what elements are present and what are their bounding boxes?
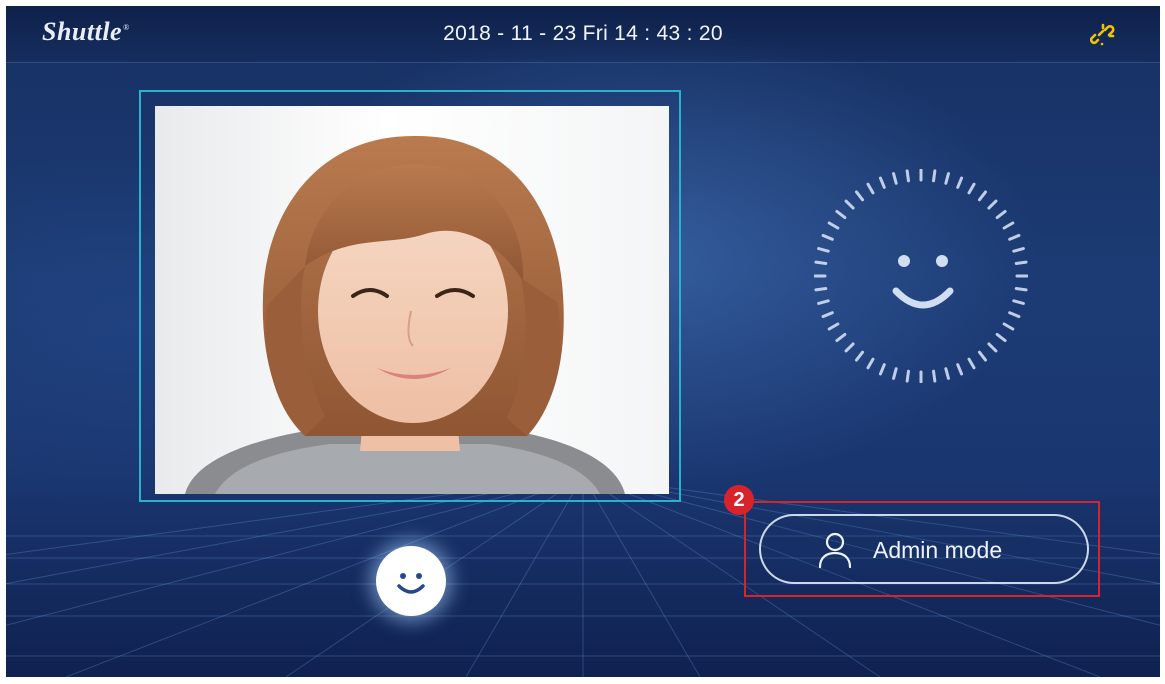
ring-tick — [977, 190, 988, 202]
ring-tick — [814, 287, 828, 292]
ring-tick — [1008, 311, 1021, 319]
face-capture-button[interactable] — [376, 546, 446, 616]
ring-tick — [878, 176, 886, 189]
ring-tick — [1002, 221, 1015, 230]
ring-tick — [835, 209, 847, 220]
ring-tick — [932, 169, 937, 183]
ring-tick — [854, 190, 865, 202]
ring-tick — [892, 367, 898, 380]
ring-tick — [905, 369, 910, 383]
ring-tick — [967, 182, 976, 195]
ring-tick — [1014, 287, 1028, 292]
ring-tick — [977, 350, 988, 362]
ring-tick — [821, 311, 834, 319]
ring-tick — [1012, 247, 1025, 253]
top-bar: Shuttle® 2018 - 11 - 23 Fri 14 : 43 : 20 — [6, 6, 1160, 63]
kiosk-screen: Shuttle® 2018 - 11 - 23 Fri 14 : 43 : 20 — [6, 6, 1160, 677]
ring-tick — [1002, 322, 1015, 331]
ring-tick — [817, 299, 830, 305]
callout-number-badge: 2 — [724, 485, 754, 515]
ring-tick — [866, 357, 875, 370]
ring-tick — [827, 221, 840, 230]
ring-tick — [956, 176, 964, 189]
date-time-display: 2018 - 11 - 23 Fri 14 : 43 : 20 — [443, 22, 723, 45]
callout-highlight-box — [744, 501, 1100, 597]
ring-tick — [1012, 299, 1025, 305]
link-broken-icon[interactable] — [1090, 22, 1116, 48]
ring-tick — [827, 322, 840, 331]
ring-tick — [817, 247, 830, 253]
ring-tick — [866, 182, 875, 195]
ring-tick — [814, 260, 828, 265]
face-scan-icon — [814, 169, 1028, 383]
ring-tick — [995, 209, 1007, 220]
ring-tick — [892, 172, 898, 185]
ring-tick — [1008, 233, 1021, 241]
ring-tick — [854, 350, 865, 362]
smiley-icon — [397, 573, 425, 594]
ring-tick — [821, 233, 834, 241]
ring-tick — [844, 199, 855, 210]
ring-tick — [944, 367, 950, 380]
ring-tick — [956, 363, 964, 376]
ring-tick — [844, 342, 855, 353]
ring-tick — [835, 332, 847, 343]
ring-tick — [932, 369, 937, 383]
camera-preview-frame — [139, 90, 681, 502]
face-photo — [155, 106, 669, 494]
ring-tick — [944, 172, 950, 185]
ring-tick — [987, 342, 998, 353]
ring-tick — [987, 199, 998, 210]
ring-tick — [995, 332, 1007, 343]
ring-tick — [967, 357, 976, 370]
ring-tick — [905, 169, 910, 183]
ring-tick — [1014, 260, 1028, 265]
ring-tick — [878, 363, 886, 376]
